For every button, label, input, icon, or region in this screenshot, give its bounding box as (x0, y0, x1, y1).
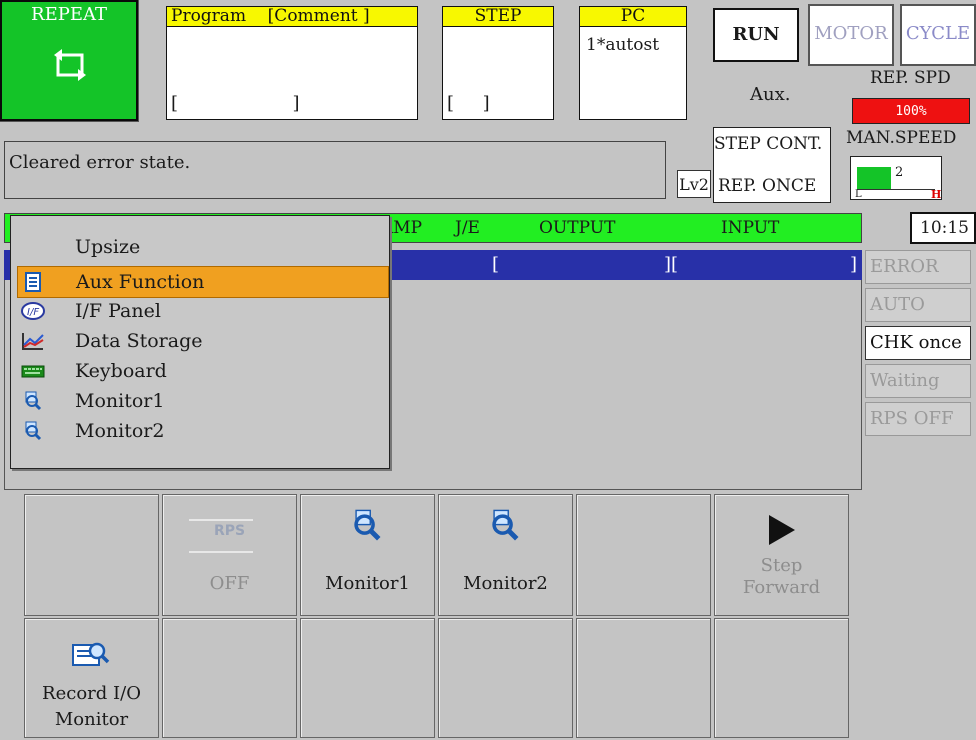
record-io-label-2: Monitor (54, 709, 129, 730)
monitor-magnifier-icon (25, 421, 42, 441)
record-io-monitor-button[interactable]: Record I/O Monitor (24, 618, 159, 738)
fkey-empty-2[interactable] (576, 494, 711, 616)
output-open-bracket: [ (492, 254, 500, 275)
speed-low-marker: L (855, 189, 862, 200)
play-forward-icon (769, 515, 795, 545)
menu-item-label: Data Storage (75, 330, 203, 352)
keyboard-icon (21, 365, 45, 378)
output-header: OUTPUT (539, 218, 616, 238)
monitor2-label: Monitor2 (463, 573, 548, 594)
motor-button[interactable]: MOTOR (808, 4, 894, 66)
chart-icon (22, 333, 44, 350)
program-header: Program [Comment ] (167, 7, 417, 27)
step-header: STEP (443, 7, 553, 27)
rep-speed-value[interactable]: 100% (852, 98, 970, 124)
rep-once-label: REP. ONCE (718, 176, 817, 196)
program-value: [ ] (171, 93, 300, 114)
step-mode-panel[interactable]: STEP CONT. REP. ONCE (713, 127, 831, 203)
menu-item-label: Monitor2 (75, 420, 165, 442)
rps-off-label: OFF (209, 573, 250, 594)
monitor-magnifier-icon (354, 509, 381, 541)
fkey-empty-5[interactable] (438, 618, 573, 738)
menu-item-label: Monitor1 (75, 390, 165, 412)
clock: 10:15 (910, 212, 976, 244)
step-forward-button[interactable]: Step Forward (714, 494, 849, 616)
flag-rps-off: RPS OFF (865, 402, 971, 436)
man-speed-label: MAN.SPEED (846, 128, 957, 148)
cycle-arrows-icon (54, 49, 86, 81)
pc-panel[interactable]: PC 1*autost (579, 6, 687, 120)
flag-chk-once: CHK once (865, 326, 971, 360)
monitor-magnifier-icon (492, 509, 519, 541)
message-text: Cleared error state. (9, 152, 191, 173)
step-panel[interactable]: STEP [ ] (442, 6, 554, 120)
svg-text:I/F: I/F (27, 307, 39, 318)
fkey-empty-1[interactable] (24, 494, 159, 616)
menu-item-monitor1[interactable]: Monitor1 (17, 386, 387, 416)
aux-label: Aux. (750, 84, 791, 105)
if-panel-icon: I/F (21, 302, 45, 320)
input-header: INPUT (721, 218, 780, 238)
pc-header: PC (580, 7, 686, 27)
cycle-button[interactable]: CYCLE (900, 4, 976, 66)
message-bar: Cleared error state. (4, 141, 666, 199)
monitor1-label: Monitor1 (325, 573, 410, 594)
record-io-label-1: Record I/O (42, 683, 141, 704)
menu-title: Upsize (75, 236, 141, 258)
step-cont-label: STEP CONT. (714, 134, 823, 154)
fkey-empty-6[interactable] (576, 618, 711, 738)
io-separator: ][ (664, 254, 679, 275)
speed-high-marker: H (931, 188, 942, 201)
menu-item-keyboard[interactable]: Keyboard (17, 356, 387, 386)
step-forward-label-1: Step (760, 555, 803, 576)
monitor-magnifier-icon (25, 391, 42, 411)
man-speed-level: 2 (895, 165, 904, 180)
step-forward-label-2: Forward (742, 577, 821, 598)
menu-item-aux-function[interactable]: Aux Function (17, 266, 389, 298)
monitor2-button[interactable]: Monitor2 (438, 494, 573, 616)
menu-item-if-panel[interactable]: I/F I/F Panel (17, 296, 387, 326)
pc-value: 1*autost (586, 35, 660, 55)
repeat-button[interactable]: REPEAT (0, 0, 139, 122)
run-button[interactable]: RUN (713, 8, 799, 62)
level-indicator: Lv2 (677, 170, 711, 198)
rps-off-button[interactable]: RPS OFF (162, 494, 297, 616)
menu-item-label: I/F Panel (75, 300, 161, 322)
man-speed-gauge[interactable]: 2 L H (850, 156, 942, 201)
fkey-empty-7[interactable] (714, 618, 849, 738)
record-monitor-icon (72, 642, 110, 666)
document-icon (25, 272, 41, 292)
flag-auto: AUTO (865, 288, 971, 322)
rps-label: RPS (213, 523, 246, 539)
flag-error: ERROR (865, 250, 971, 284)
step-value: [ ] (447, 93, 490, 114)
fkey-empty-4[interactable] (300, 618, 435, 738)
input-close-bracket: ] (850, 254, 858, 275)
repeat-label: REPEAT (31, 4, 107, 25)
fkey-empty-3[interactable] (162, 618, 297, 738)
je-header: J/E (455, 218, 480, 238)
upsize-menu[interactable]: Upsize Aux Function I/F I/F Panel Data S… (10, 215, 390, 469)
menu-item-label: Keyboard (75, 360, 167, 382)
flag-waiting: Waiting (865, 364, 971, 398)
rep-spd-label: REP. SPD (870, 68, 951, 88)
menu-item-monitor2[interactable]: Monitor2 (17, 416, 387, 446)
menu-item-data-storage[interactable]: Data Storage (17, 326, 387, 356)
monitor1-button[interactable]: Monitor1 (300, 494, 435, 616)
program-panel[interactable]: Program [Comment ] [ ] (166, 6, 418, 120)
menu-item-label: Aux Function (76, 271, 205, 293)
